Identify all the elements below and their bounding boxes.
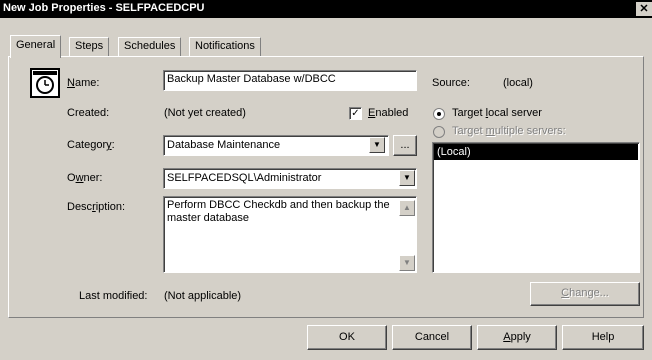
last-modified-value: (Not applicable) <box>164 290 242 302</box>
tab-schedules[interactable]: Schedules <box>118 37 182 56</box>
cancel-button[interactable]: Cancel <box>392 325 472 350</box>
tab-notifications[interactable]: Notifications <box>189 37 261 56</box>
list-item[interactable]: (Local) <box>434 144 638 160</box>
chevron-down-icon[interactable]: ▼ <box>369 137 385 153</box>
owner-select[interactable]: SELFPACEDSQL\Administrator <box>163 168 417 189</box>
target-multiple-radio[interactable] <box>433 126 445 138</box>
description-label: Description: <box>67 201 126 213</box>
close-icon[interactable]: ✕ <box>636 2 652 16</box>
tab-general[interactable]: General <box>10 35 62 58</box>
target-local-radio[interactable] <box>433 108 445 120</box>
tab-steps[interactable]: Steps <box>69 37 110 56</box>
owner-label: Owner: <box>67 172 103 184</box>
ok-button[interactable]: OK <box>307 325 387 350</box>
source-label: Source: <box>432 77 470 89</box>
owner-value: SELFPACEDSQL\Administrator <box>167 172 322 184</box>
scroll-up-icon: ▲ <box>399 200 415 216</box>
description-textarea[interactable]: Perform DBCC Checkdb and then backup the… <box>163 196 417 273</box>
server-list[interactable]: (Local) <box>432 142 640 273</box>
window-title: New Job Properties - SELFPACEDCPU <box>3 2 205 14</box>
created-label: Created: <box>67 107 110 119</box>
enabled-label: Enabled <box>368 107 409 119</box>
category-label: Category: <box>67 139 115 151</box>
last-modified-label: Last modified: <box>79 290 148 302</box>
name-label: Name: <box>67 77 100 89</box>
scroll-down-icon: ▼ <box>399 255 415 271</box>
title-bar: New Job Properties - SELFPACEDCPU ✕ <box>0 0 652 18</box>
apply-button[interactable]: Apply <box>477 325 557 350</box>
change-button[interactable]: Change... <box>530 282 640 306</box>
category-select[interactable]: Database Maintenance <box>163 135 389 156</box>
help-button[interactable]: Help <box>562 325 644 350</box>
category-browse-button[interactable]: ... <box>393 135 417 156</box>
source-value: (local) <box>503 77 533 89</box>
enabled-checkbox[interactable]: ✓ <box>349 107 362 120</box>
category-value: Database Maintenance <box>167 139 281 151</box>
created-value: (Not yet created) <box>164 107 246 119</box>
chevron-down-icon[interactable]: ▼ <box>399 170 415 186</box>
target-multiple-label: Target multiple servers: <box>452 125 566 137</box>
clock-icon <box>30 68 60 98</box>
name-field[interactable]: Backup Master Database w/DBCC <box>163 70 417 91</box>
target-local-label: Target local server <box>452 107 542 119</box>
